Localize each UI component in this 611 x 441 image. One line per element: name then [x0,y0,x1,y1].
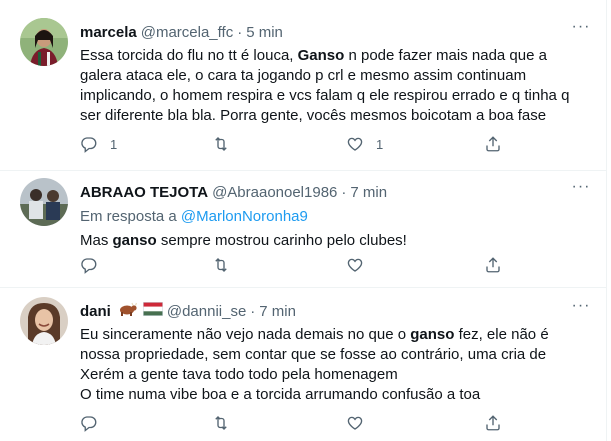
reply-context: Em resposta a @MarlonNoronha9 [80,207,591,227]
hungary-flag-icon [142,302,163,320]
tweet-actions [80,255,500,275]
text-part: Essa torcida do flu no tt é louca, [80,47,298,64]
more-icon[interactable]: ··· [571,298,591,319]
avatar-image [20,178,68,226]
reply-button[interactable]: 1 [80,134,117,154]
display-name[interactable]: marcela [80,24,137,41]
avatar[interactable] [20,18,68,66]
like-count: 1 [376,136,384,152]
tweet-text: Essa torcida do flu no tt é louca, Ganso… [80,46,591,126]
like-button[interactable] [346,255,376,275]
avatar[interactable] [20,297,68,345]
user-handle[interactable]: @dannii_se [167,303,246,320]
share-icon [486,257,500,273]
tweet[interactable]: marcela @marcela_ffc · 5 min ··· Essa to… [0,0,607,171]
tweet[interactable]: dani @dannii_se · 7 min ··· Eu sincerame… [0,288,607,441]
share-icon [486,136,500,152]
user-handle[interactable]: @Abraaonoel1986 [212,184,337,201]
user-handle[interactable]: @marcela_ffc [141,24,233,41]
display-name[interactable]: dani [80,303,111,320]
heart-icon [347,137,363,151]
reply-button[interactable] [80,413,110,433]
reply-icon [81,137,97,153]
share-button[interactable] [484,134,502,154]
timestamp[interactable]: 5 min [246,24,283,41]
tweet-actions [80,413,500,433]
retweet-icon [215,258,227,272]
tweet[interactable]: ABRAAO TEJOTA @Abraaonoel1986 · 7 min ··… [0,171,607,288]
text-highlight: ganso [112,232,157,249]
like-button[interactable] [346,413,376,433]
reply-icon [81,258,97,274]
retweet-button[interactable] [212,134,242,154]
tweet-content: dani @dannii_se · 7 min ··· Eu sincerame… [80,298,591,405]
reply-button[interactable] [80,255,110,275]
mention-link[interactable]: @MarlonNoronha9 [181,208,308,225]
avatar-image [20,18,68,66]
more-icon[interactable]: ··· [571,179,591,200]
tweet-header: dani @dannii_se · 7 min [80,301,591,321]
tweet-header: ABRAAO TEJOTA @Abraaonoel1986 · 7 min [80,182,591,202]
text-part: sempre mostrou carinho pelo clubes! [156,232,407,249]
share-button[interactable] [484,255,502,275]
reply-context-label: Em resposta a [80,208,177,225]
more-icon[interactable]: ··· [571,19,591,40]
text-part: Eu sinceramente não vejo nada demais no … [80,326,411,343]
timestamp[interactable]: 7 min [259,303,296,320]
tweet-content: marcela @marcela_ffc · 5 min ··· Essa to… [80,19,591,126]
text-highlight: Ganso [297,47,345,64]
separator-dot: · [237,23,243,41]
text-highlight: ganso [410,326,455,343]
ox-emoji-icon [117,301,137,321]
tweet-header: marcela @marcela_ffc · 5 min [80,22,591,42]
like-button[interactable]: 1 [346,134,383,154]
text-part: O time numa vibe boa e a torcida arruman… [80,386,481,403]
tweet-content: ABRAAO TEJOTA @Abraaonoel1986 · 7 min ··… [80,179,591,251]
heart-icon [347,258,363,272]
tweet-actions: 1 1 [80,134,500,154]
text-part: Mas [80,232,113,249]
reply-icon [81,416,97,432]
tweet-text: Mas ganso sempre mostrou carinho pelo cl… [80,231,591,251]
avatar-image [20,297,68,345]
retweet-button[interactable] [212,413,242,433]
tweet-text: Eu sinceramente não vejo nada demais no … [80,325,591,405]
display-name[interactable]: ABRAAO TEJOTA [80,184,208,201]
share-button[interactable] [484,413,502,433]
retweet-button[interactable] [212,255,242,275]
separator-dot: · [250,302,256,320]
separator-dot: · [341,183,347,201]
heart-icon [347,416,363,430]
retweet-icon [215,137,227,151]
reply-count: 1 [110,136,118,152]
share-icon [486,415,500,431]
timeline: marcela @marcela_ffc · 5 min ··· Essa to… [0,0,607,441]
avatar[interactable] [20,178,68,226]
retweet-icon [215,416,227,430]
timestamp[interactable]: 7 min [350,184,387,201]
